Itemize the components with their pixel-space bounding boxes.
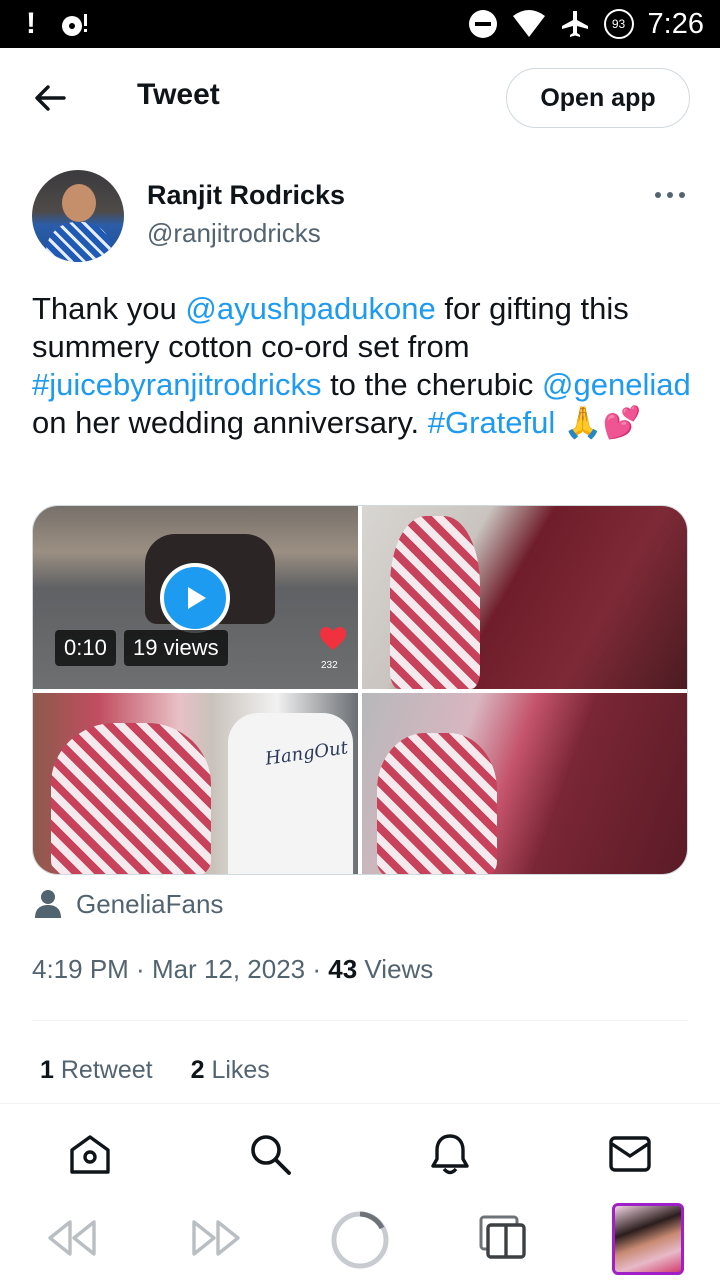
video-thumbnail[interactable]: 0:10 19 views 232	[33, 506, 358, 689]
notifications-icon[interactable]	[428, 1132, 472, 1176]
media-icon	[62, 14, 87, 36]
likes-stat[interactable]: 2 Likes	[191, 1056, 270, 1085]
back-arrow-icon[interactable]	[30, 78, 70, 118]
tagged-user[interactable]: GeneliaFans	[34, 885, 223, 923]
photo-person	[51, 723, 211, 874]
author-handle[interactable]: @ranjitrodricks	[147, 218, 321, 249]
more-options-icon[interactable]	[653, 186, 687, 204]
photo-thumbnail[interactable]	[362, 506, 687, 689]
heart-count: 232	[321, 660, 338, 671]
video-duration: 0:10	[55, 630, 116, 666]
photo-person	[228, 713, 353, 874]
tab-thumbnail[interactable]	[612, 1203, 684, 1275]
avatar-shirt	[46, 222, 112, 262]
engagement-stats: 1 Retweet 2 Likes	[40, 1056, 270, 1085]
open-app-button[interactable]: Open app	[506, 68, 690, 128]
search-icon[interactable]	[248, 1132, 292, 1176]
emoji: 🙏💕	[563, 405, 642, 440]
likes-count: 2	[190, 1056, 205, 1084]
reload-icon[interactable]	[330, 1210, 390, 1270]
forward-icon[interactable]	[190, 1218, 242, 1258]
tweet-date: Mar 12, 2023	[151, 954, 306, 984]
tagged-user-name: GeneliaFans	[76, 888, 224, 919]
airplane-icon	[561, 11, 588, 37]
views-label: Views	[364, 954, 434, 984]
page-title: Tweet	[137, 78, 220, 111]
tabs-icon[interactable]	[478, 1214, 528, 1262]
photo-person	[377, 733, 497, 874]
tweet-text: Thank you @ayushpadukone for gifting thi…	[32, 290, 692, 442]
battery-indicator: 93	[603, 9, 634, 39]
back-icon[interactable]	[46, 1218, 98, 1258]
author-name[interactable]: Ranjit Rodricks	[147, 180, 345, 211]
views-count: 43	[328, 954, 358, 984]
wifi-icon	[512, 10, 545, 37]
retweets-count: 1	[40, 1056, 54, 1084]
do-not-disturb-icon	[468, 10, 497, 38]
tweet-text-part: Thank you	[32, 291, 186, 326]
hashtag-link[interactable]: #juicebyranjitrodricks	[32, 367, 321, 402]
photo-person	[390, 516, 480, 689]
photo-thumbnail[interactable]: HangOut	[33, 693, 358, 874]
avatar[interactable]	[32, 170, 124, 262]
tweet-time: 4:19 PM	[32, 954, 129, 984]
tweet-text-part: on her wedding anniversary.	[32, 405, 428, 440]
mention-link[interactable]: @geneliad	[542, 367, 691, 402]
person-icon	[35, 890, 61, 918]
play-triangle-icon	[188, 587, 206, 609]
bottom-nav	[0, 1103, 720, 1198]
retweets-stat[interactable]: 1 Retweet	[40, 1056, 153, 1085]
media-grid: 0:10 19 views 232 HangOut	[32, 505, 688, 875]
messages-icon[interactable]	[608, 1132, 652, 1176]
mention-link[interactable]: @ayushpadukone	[185, 291, 435, 326]
photo-thumbnail[interactable]	[362, 693, 687, 874]
clock: 7:26	[647, 7, 704, 40]
tweet-text-part: to the cherubic	[321, 367, 543, 402]
home-icon[interactable]	[68, 1132, 112, 1176]
avatar-face	[62, 184, 96, 222]
likes-label: Likes	[211, 1056, 270, 1084]
heart-icon	[320, 627, 346, 650]
browser-toolbar	[0, 1198, 720, 1280]
tweet-meta: 4:19 PM · Mar 12, 2023 · 43 Views	[32, 954, 434, 984]
video-views: 19 views	[124, 630, 228, 666]
top-bar: Tweet Open app	[0, 48, 720, 146]
exclamation-icon: !	[26, 7, 36, 40]
retweets-label: Retweet	[60, 1056, 153, 1084]
status-bar: ! 93 7:26	[0, 0, 720, 48]
play-icon[interactable]	[160, 563, 230, 633]
divider	[32, 1020, 688, 1021]
hashtag-link[interactable]: #Grateful	[428, 405, 556, 440]
